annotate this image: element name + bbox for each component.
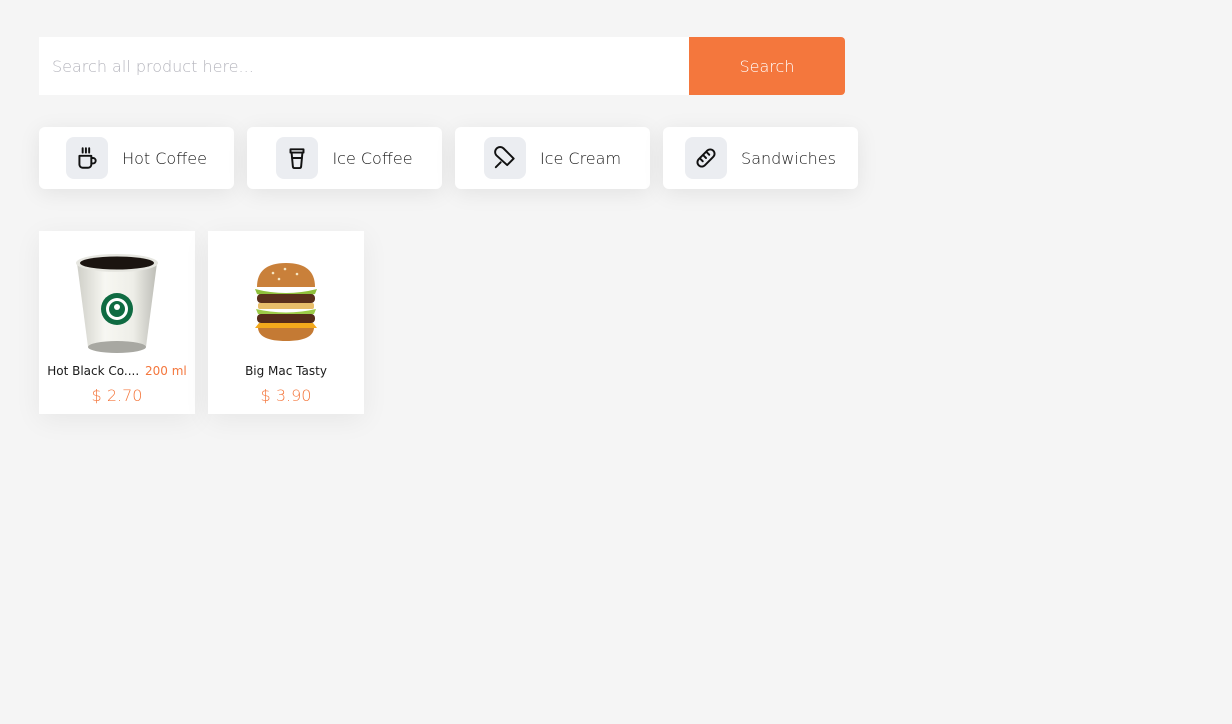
ice-cream-popsicle-icon [483,137,526,179]
search-button[interactable]: Search [689,37,845,95]
coffee-cup-image [39,249,195,357]
category-label: Hot Coffee [122,148,207,168]
category-label: Sandwiches [741,148,836,168]
bread-icon [685,137,728,179]
category-hot-coffee[interactable]: Hot Coffee [39,127,234,189]
category-list: Hot Coffee Ice Coffee Ice Cream Sandwich… [39,127,858,189]
category-ice-coffee[interactable]: Ice Coffee [247,127,442,189]
product-name: Big Mac Tasty [245,364,327,378]
product-title: Big Mac Tasty [208,364,364,378]
product-card[interactable]: Hot Black Co.... 200 ml $ 2.70 [39,231,195,414]
product-card[interactable]: Big Mac Tasty $ 3.90 [208,231,364,414]
category-sandwiches[interactable]: Sandwiches [663,127,858,189]
hot-coffee-mug-icon [66,137,109,179]
category-ice-cream[interactable]: Ice Cream [455,127,650,189]
category-label: Ice Coffee [332,148,413,168]
search-input[interactable] [39,37,689,95]
product-volume: 200 ml [145,364,187,378]
product-title: Hot Black Co.... 200 ml [39,364,195,378]
product-name: Hot Black Co.... [47,364,140,378]
ice-coffee-cup-icon [276,137,319,179]
product-price: $ 2.70 [91,386,143,405]
search-bar: Search [39,37,845,95]
product-grid: Hot Black Co.... 200 ml $ 2.70 Big Mac T… [39,231,364,414]
product-price: $ 3.90 [260,386,312,405]
burger-image [208,249,364,357]
category-label: Ice Cream [539,148,622,168]
